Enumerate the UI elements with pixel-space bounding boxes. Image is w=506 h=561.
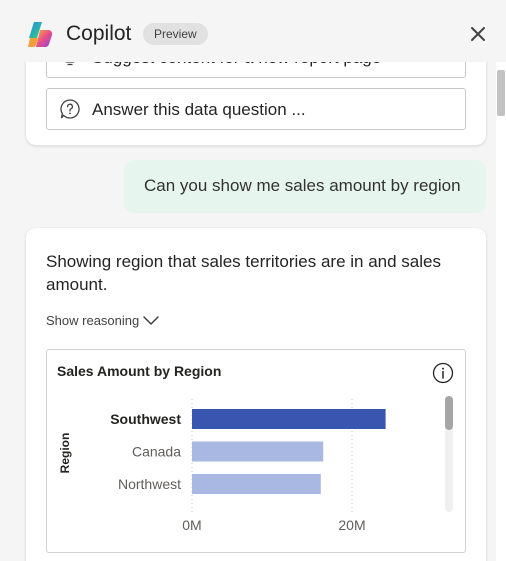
chart-bar: [192, 441, 324, 462]
copilot-response-card: Showing region that sales territories ar…: [26, 228, 486, 561]
response-text: Showing region that sales territories ar…: [46, 252, 441, 294]
show-reasoning-toggle[interactable]: Show reasoning: [46, 313, 159, 328]
chart-bar: [192, 474, 321, 494]
chart-visual[interactable]: Sales Amount by Region Southwest Canada No…: [46, 349, 466, 553]
chart-category-label: Canada: [132, 444, 181, 460]
suggestion-answer-data-question[interactable]: Answer this data question ...: [46, 88, 466, 130]
bar-chart: Southwest Canada Northwest 0M 20M Region: [58, 399, 386, 533]
chart-category-label: Northwest: [118, 476, 181, 492]
chart-y-axis-label: Region: [58, 433, 72, 474]
chart-category-label: Southwest: [110, 411, 181, 427]
question-circle-icon: [60, 99, 80, 119]
user-message-bubble: Can you show me sales amount by region: [124, 160, 486, 213]
app-title: Copilot: [66, 22, 132, 45]
chart-x-tick-label: 20M: [338, 517, 365, 533]
copilot-header: Copilot Preview: [0, 0, 506, 62]
show-reasoning-label: Show reasoning: [46, 313, 140, 328]
user-message-text: Can you show me sales amount by region: [144, 176, 461, 195]
suggestion-label: Answer this data question ...: [92, 100, 306, 119]
preview-badge: Preview: [143, 23, 208, 45]
panel-scrollbar-thumb[interactable]: [497, 70, 505, 116]
chart-x-tick-label: 0M: [182, 517, 201, 533]
chart-scrollbar-thumb[interactable]: [445, 396, 453, 430]
chevron-down-icon: [143, 316, 159, 326]
copilot-logo-icon: [28, 22, 53, 48]
close-icon[interactable]: [466, 22, 490, 46]
chart-bar: [192, 409, 386, 429]
